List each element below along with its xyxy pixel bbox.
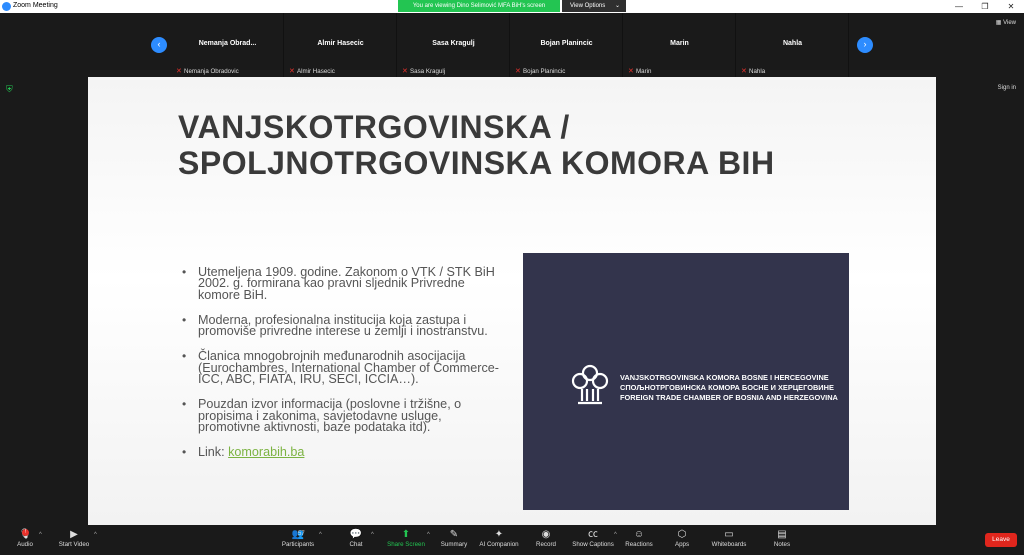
slide-bullet: Pouzdan izvor informacija (poslovne i tr… xyxy=(182,398,502,433)
viewing-share-banner: You are viewing Dino Selimović MFA BiH's… xyxy=(398,0,560,12)
mic-muted-icon: ✕ xyxy=(289,68,295,75)
close-button[interactable]: ✕ xyxy=(998,0,1024,13)
whiteboard-icon: ▭ xyxy=(724,529,734,540)
chamber-logo-text: VANJSKOTRGOVINSKA KOMORA BOSNE I HERCEGO… xyxy=(620,373,838,402)
mic-muted-icon: ✕ xyxy=(515,68,521,75)
sign-in-button[interactable]: Sign in xyxy=(998,85,1016,91)
apps-icon: ⬡ xyxy=(677,529,687,540)
video-options-caret[interactable]: ^ xyxy=(94,532,97,538)
view-options-button[interactable]: View Options ⌄ xyxy=(562,0,626,12)
summary-button[interactable]: ✎ Summary xyxy=(439,528,469,548)
mic-muted-icon: ✕ xyxy=(402,68,408,75)
participant-tile[interactable]: Marin ✕ Marin xyxy=(624,13,736,77)
chevron-down-icon: ⌄ xyxy=(614,3,620,9)
share-screen-icon: ⬆ xyxy=(401,529,411,540)
gallery-next-button[interactable]: › xyxy=(857,37,873,53)
gallery-prev-button[interactable]: ‹ xyxy=(151,37,167,53)
participant-name: Marin xyxy=(670,40,689,47)
participant-gallery: Nemanja Obrad... ✕ Nemanja Obradovic Almi… xyxy=(172,13,850,77)
participant-tile[interactable]: Bojan Planincic ✕ Bojan Planincic xyxy=(511,13,623,77)
slide-heading-line2: SPOLJNOTRGOVINSKA KOMORA BIH xyxy=(178,145,775,181)
window-title: Zoom Meeting xyxy=(13,2,58,9)
participant-name: Sasa Kragulj xyxy=(432,40,475,47)
chat-button[interactable]: 💬 Chat xyxy=(344,528,368,548)
show-captions-button[interactable]: ㏄ Show Captions xyxy=(571,528,615,548)
view-button[interactable]: ▦ View xyxy=(988,18,1016,29)
whiteboards-button[interactable]: ▭ Whiteboards xyxy=(710,528,748,548)
security-shield-icon[interactable]: ⛨ xyxy=(6,84,15,94)
participant-name: Bojan Planincic xyxy=(540,40,593,47)
zoom-app-icon xyxy=(2,2,11,11)
chat-icon: 💬 xyxy=(349,529,363,540)
slide-heading-line1: VANJSKOTRGOVINSKA / xyxy=(178,109,570,145)
slide-bullet: Moderna, profesionalna institucija koja … xyxy=(182,314,502,338)
mic-muted-icon: ✕ xyxy=(741,68,747,75)
share-options-caret[interactable]: ^ xyxy=(427,532,430,538)
view-label: View xyxy=(1003,20,1016,26)
audio-button[interactable]: 🎙 ! Audio xyxy=(12,528,38,548)
participants-options-caret[interactable]: ^ xyxy=(319,532,322,538)
view-options-label: View Options xyxy=(570,3,606,9)
video-off-icon: ▶ xyxy=(70,529,78,540)
chat-options-caret[interactable]: ^ xyxy=(371,532,374,538)
participant-label: ✕ Nahla xyxy=(741,68,766,75)
reactions-button[interactable]: ☺ Reactions xyxy=(624,528,654,548)
participant-name: Nahla xyxy=(782,40,803,47)
participant-tile[interactable]: Nahla ✕ Nahla xyxy=(737,13,849,77)
apps-button[interactable]: ⬡ Apps xyxy=(672,528,692,548)
notes-button[interactable]: ▤ Notes xyxy=(771,528,793,548)
participant-name: Nemanja Obrad... xyxy=(198,40,257,47)
slide-bullet: Utemeljena 1909. godine. Zakonom o VTK /… xyxy=(182,266,502,301)
participant-label: ✕ Sasa Kragulj xyxy=(402,68,446,75)
participant-name: Almir Hasecic xyxy=(317,40,364,47)
ai-companion-icon: ✦ xyxy=(494,529,504,540)
participant-label: ✕ Bojan Planincic xyxy=(515,68,566,75)
shared-screen-slide: VANJSKOTRGOVINSKA / SPOLJNOTRGOVINSKA KO… xyxy=(88,77,936,525)
minimize-button[interactable]: — xyxy=(946,0,972,13)
slide-bullet-link: Link: komorabih.ba xyxy=(182,445,502,459)
participant-tile[interactable]: Nemanja Obrad... ✕ Nemanja Obradovic xyxy=(172,13,284,77)
mic-muted-icon: ✕ xyxy=(176,68,182,75)
window-controls: — ❐ ✕ xyxy=(946,0,1024,13)
participant-label: ✕ Marin xyxy=(628,68,652,75)
maximize-button[interactable]: ❐ xyxy=(972,0,998,13)
meeting-toolbar: 🎙 ! Audio ^ ▶ Start Video ^ 👥 57 Partici… xyxy=(0,526,1024,555)
chamber-logo-icon xyxy=(571,364,609,405)
captions-icon: ㏄ xyxy=(588,529,598,540)
participant-label: ✕ Almir Hasecic xyxy=(289,68,335,75)
chamber-logo-panel: VANJSKOTRGOVINSKA KOMORA BOSNE I HERCEGO… xyxy=(523,253,849,510)
mic-muted-icon: ✕ xyxy=(628,68,634,75)
komorabih-link[interactable]: komorabih.ba xyxy=(228,445,304,459)
participant-tile[interactable]: Almir Hasecic ✕ Almir Hasecic xyxy=(285,13,397,77)
notes-icon: ▤ xyxy=(777,529,787,540)
start-video-button[interactable]: ▶ Start Video xyxy=(56,528,92,548)
summary-icon: ✎ xyxy=(449,529,459,540)
audio-alert-badge: ! xyxy=(22,529,29,536)
ai-companion-button[interactable]: ✦ AI Companion xyxy=(478,528,520,548)
slide-heading: VANJSKOTRGOVINSKA / SPOLJNOTRGOVINSKA KO… xyxy=(178,109,818,181)
participant-tile[interactable]: Sasa Kragulj ✕ Sasa Kragulj xyxy=(398,13,510,77)
participants-button[interactable]: 👥 57 Participants xyxy=(280,528,316,548)
reactions-icon: ☺ xyxy=(633,529,645,540)
grid-icon: ▦ xyxy=(995,20,1004,26)
slide-bullet: Članica mnogobrojnih međunarodnih asocij… xyxy=(182,350,502,385)
leave-button[interactable]: Leave xyxy=(985,533,1017,547)
slide-bullet-list: Utemeljena 1909. godine. Zakonom o VTK /… xyxy=(182,266,502,473)
audio-options-caret[interactable]: ^ xyxy=(39,532,42,538)
participant-label: ✕ Nemanja Obradovic xyxy=(176,68,239,75)
share-screen-button[interactable]: ⬆ Share Screen xyxy=(387,528,425,548)
record-icon: ◉ xyxy=(541,529,551,540)
participants-count: 57 xyxy=(298,531,305,537)
captions-options-caret[interactable]: ^ xyxy=(614,532,617,538)
record-button[interactable]: ◉ Record xyxy=(533,528,559,548)
